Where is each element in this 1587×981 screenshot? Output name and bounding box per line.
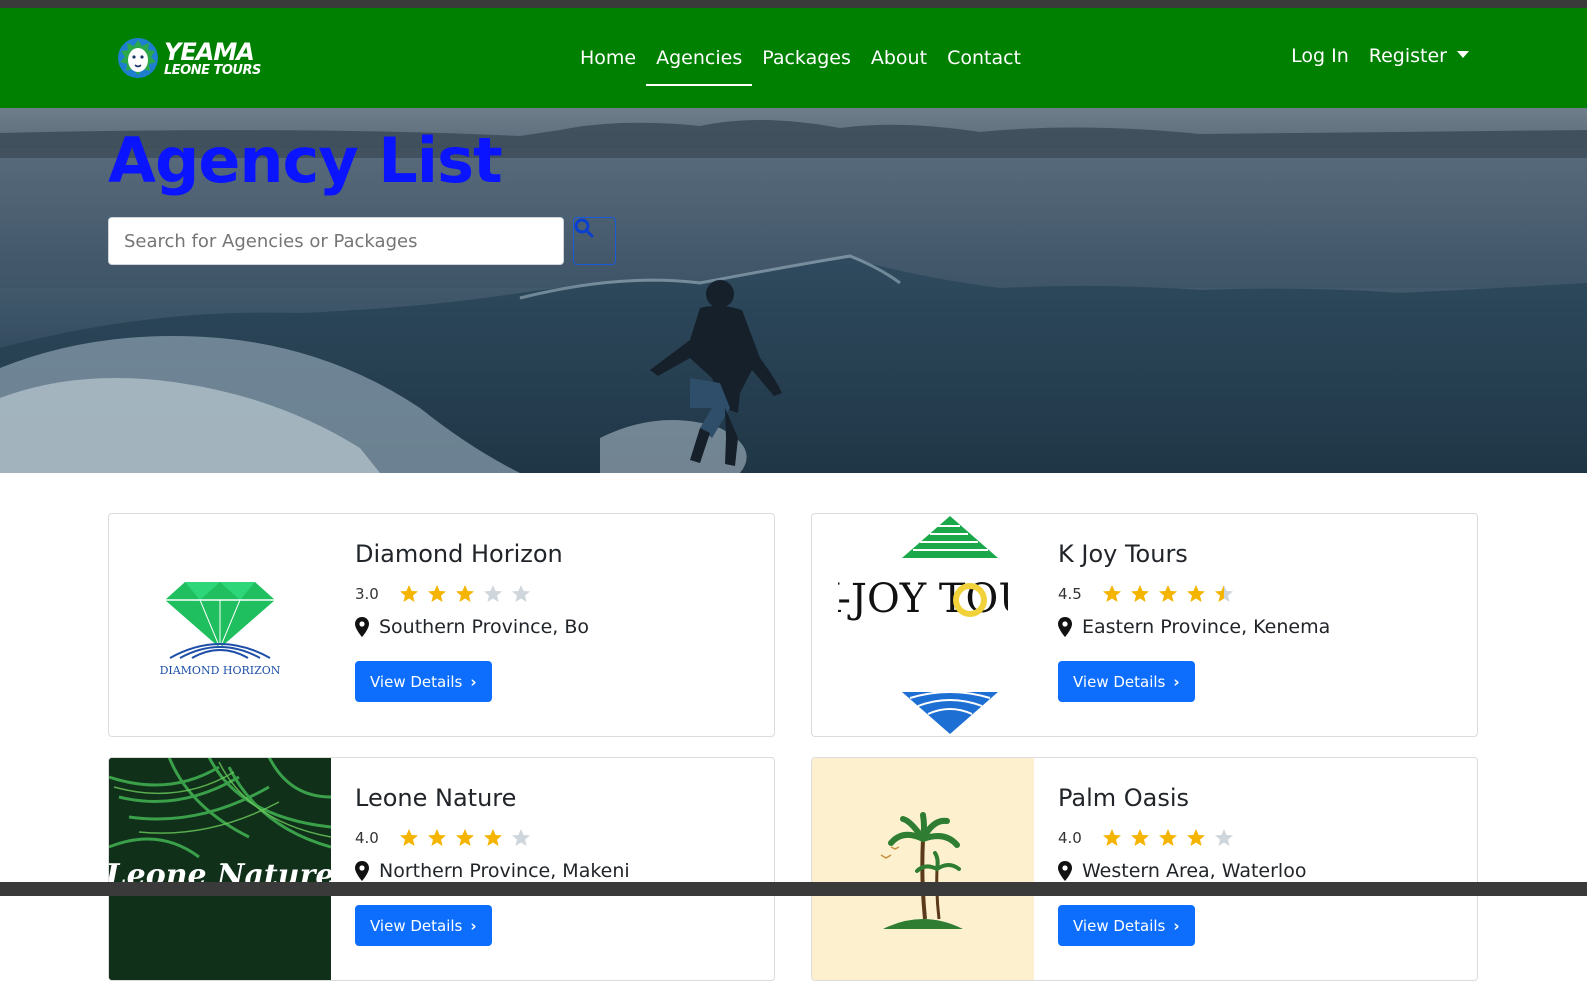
agency-location: Northern Province, Makeni: [355, 860, 630, 882]
hero-banner: Agency List: [0, 108, 1587, 473]
view-details-button[interactable]: View Details ›: [355, 905, 492, 946]
agency-card: Palm Oasis 4.0 Western Area, Waterloo Vi…: [811, 757, 1478, 981]
agency-location: Eastern Province, Kenema: [1058, 616, 1330, 638]
rating-value: 4.5: [1058, 585, 1082, 603]
star-icon: [484, 585, 502, 602]
agency-location: Western Area, Waterloo: [1058, 860, 1306, 882]
star-icon: [1159, 829, 1177, 846]
lion-logo-icon: [118, 38, 158, 78]
star-icon: [1215, 585, 1233, 602]
diamond-icon: DIAMOND HORIZON: [160, 582, 281, 677]
star-icon: [1103, 829, 1121, 846]
star-rating: [1102, 584, 1234, 604]
view-details-label: View Details: [370, 672, 463, 691]
nav-about[interactable]: About: [861, 44, 937, 86]
nav-links: Home Agencies Packages About Contact: [570, 44, 1031, 86]
star-rating: [1102, 828, 1234, 848]
agency-name[interactable]: K Joy Tours: [1058, 540, 1188, 568]
agency-rating: 4.5: [1058, 584, 1234, 604]
view-details-button[interactable]: View Details ›: [1058, 661, 1195, 702]
star-icon: [400, 585, 418, 602]
agency-logo-palm-oasis: [812, 758, 1034, 980]
star-icon: [428, 585, 446, 602]
view-details-button[interactable]: View Details ›: [355, 661, 492, 702]
logo-text: DIAMOND HORIZON: [160, 664, 281, 677]
agency-rating: 4.0: [355, 828, 531, 848]
agency-rating: 3.0: [355, 584, 531, 604]
view-details-label: View Details: [1073, 672, 1166, 691]
rating-value: 4.0: [355, 829, 379, 847]
agency-card: DIAMOND HORIZON Diamond Horizon 3.0 Sout…: [108, 513, 775, 737]
brand-line1: YEAMA: [164, 37, 255, 66]
palm-tree-icon: [880, 812, 963, 929]
palm-leaves-image: Leone Nature: [109, 758, 331, 980]
star-icon: [1159, 585, 1177, 602]
agency-location: Southern Province, Bo: [355, 616, 589, 638]
star-icon: [456, 829, 474, 846]
star-icon: [1187, 829, 1205, 846]
agency-rating: 4.0: [1058, 828, 1234, 848]
star-icon: [512, 829, 530, 846]
brand-line2: LEONE TOURS: [164, 62, 261, 78]
map-pin-icon: [355, 861, 369, 881]
search-input[interactable]: [108, 217, 564, 265]
nav-agencies[interactable]: Agencies: [646, 44, 753, 86]
k-joy-logo-icon: K-JOY TOURS: [838, 516, 1008, 734]
view-details-label: View Details: [370, 916, 463, 935]
star-rating: [399, 828, 531, 848]
agency-name[interactable]: Leone Nature: [355, 784, 516, 812]
rating-value: 4.0: [1058, 829, 1082, 847]
star-icon: [1215, 829, 1233, 846]
page-title: Agency List: [108, 124, 503, 197]
location-text: Southern Province, Bo: [379, 616, 590, 638]
login-link[interactable]: Log In: [1291, 45, 1349, 67]
nav-contact[interactable]: Contact: [937, 44, 1031, 86]
search-icon: [574, 218, 594, 238]
star-icon: [1103, 585, 1121, 602]
nav-auth: Log In Register: [1291, 45, 1469, 67]
chevron-right-icon: ›: [470, 672, 477, 691]
navbar: YEAMA LEONE TOURS Home Agencies Packages…: [0, 8, 1587, 108]
star-icon: [1187, 585, 1205, 602]
view-details-button[interactable]: View Details ›: [1058, 905, 1195, 946]
register-label: Register: [1368, 45, 1447, 67]
window-bottom-bar: [0, 882, 1587, 896]
agency-card: K-JOY TOURS K Joy Tours 4.5 Eastern Prov…: [811, 513, 1478, 737]
star-icon: [512, 585, 530, 602]
star-icon: [1131, 585, 1149, 602]
rating-value: 3.0: [355, 585, 379, 603]
star-icon: [484, 829, 502, 846]
map-pin-icon: [1058, 617, 1072, 637]
location-text: Western Area, Waterloo: [1082, 860, 1307, 882]
star-icon: [428, 829, 446, 846]
star-icon: [1131, 829, 1149, 846]
agency-name[interactable]: Palm Oasis: [1058, 784, 1189, 812]
location-text: Eastern Province, Kenema: [1082, 616, 1331, 638]
chevron-right-icon: ›: [1173, 916, 1180, 935]
view-details-label: View Details: [1073, 916, 1166, 935]
window-top-bar: [0, 0, 1587, 8]
search-button[interactable]: [573, 217, 616, 265]
star-icon: [400, 829, 418, 846]
map-pin-icon: [355, 617, 369, 637]
agency-logo-leone-nature: Leone Nature: [109, 758, 331, 980]
caret-down-icon: [1457, 51, 1469, 58]
agency-logo-k-joy-tours: K-JOY TOURS: [812, 514, 1034, 736]
chevron-right-icon: ›: [1173, 672, 1180, 691]
agency-logo-diamond-horizon: DIAMOND HORIZON: [109, 514, 331, 736]
agency-card: Leone Nature Leone Nature 4.0 Northern P…: [108, 757, 775, 981]
nav-home[interactable]: Home: [570, 44, 646, 86]
chevron-right-icon: ›: [470, 916, 477, 935]
star-rating: [399, 584, 531, 604]
nav-packages[interactable]: Packages: [752, 44, 861, 86]
agency-name[interactable]: Diamond Horizon: [355, 540, 563, 568]
register-dropdown[interactable]: Register: [1369, 45, 1469, 67]
location-text: Northern Province, Makeni: [379, 860, 630, 882]
brand-text: YEAMA LEONE TOURS: [164, 40, 261, 77]
star-icon: [456, 585, 474, 602]
brand-logo[interactable]: YEAMA LEONE TOURS: [116, 36, 261, 80]
map-pin-icon: [1058, 861, 1072, 881]
